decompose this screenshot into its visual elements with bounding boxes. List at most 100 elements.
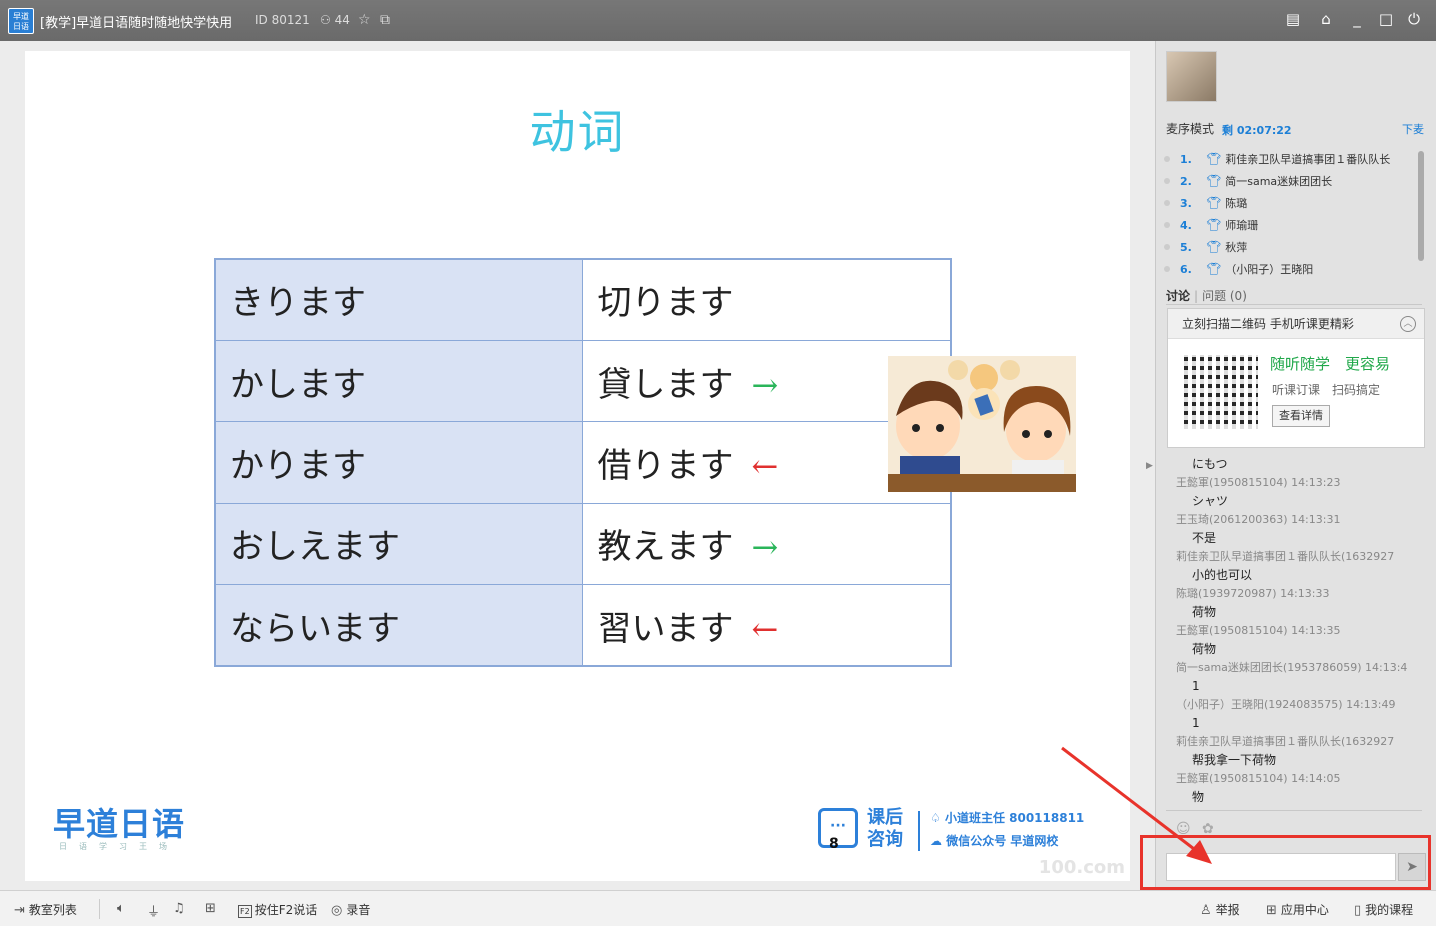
queue-number: 1.	[1180, 153, 1192, 166]
verb-kanji-cell: 切ります	[582, 258, 952, 341]
member-shirt-icon: 👕︎	[1206, 152, 1222, 166]
qr-code-image	[1184, 355, 1258, 429]
app-center-button[interactable]: ⊞ 应用中心	[1266, 901, 1329, 918]
qr-header-text: 立刻扫描二维码 手机听课更精彩	[1182, 317, 1354, 331]
app-grid-icon: ⊞	[1266, 903, 1277, 918]
chat-message-text: 荷物	[1192, 605, 1217, 619]
status-dot	[1164, 244, 1170, 250]
queue-item[interactable]: 1. 👕︎ 莉佳亲卫队早道搞事团１番队队长	[1164, 148, 1414, 170]
chat-message-text: 荷物	[1192, 642, 1217, 656]
push-to-talk-button[interactable]: F2 按住F2说话	[238, 901, 317, 918]
user-count: ⚇ 44	[320, 13, 350, 27]
teacher-avatar[interactable]	[1166, 51, 1217, 102]
contact-line-1-text: 小道班主任 800118811	[944, 811, 1085, 825]
user-icon: ⚇	[320, 13, 331, 27]
f2-key-icon: F2	[238, 905, 252, 918]
queue-name: 莉佳亲卫队早道搞事团１番队队长	[1225, 153, 1391, 166]
chat-divider	[1166, 810, 1422, 811]
chat-message-sender: 陈璐(1939720987) 14:13:33	[1176, 586, 1330, 600]
chat-message-text: 小的也可以	[1192, 568, 1253, 582]
qq-icon: ♤	[930, 811, 945, 825]
verb-plain-cell: おしえます	[214, 502, 584, 586]
view-details-button[interactable]: 查看详情	[1272, 405, 1330, 427]
watermark: 100.com	[1038, 857, 1125, 878]
queue-item[interactable]: 2. 👕︎ 简一sama迷妹团团长	[1164, 170, 1414, 192]
queue-scrollbar[interactable]	[1418, 151, 1424, 261]
verb-kanji-cell: 習います ←	[582, 584, 952, 667]
queue-name: 秋萍	[1225, 241, 1248, 254]
panel-collapse-arrow-icon[interactable]: ▶	[1146, 461, 1153, 471]
queue-name: 师瑜珊	[1225, 219, 1259, 232]
notes-icon[interactable]: ▤	[1282, 10, 1304, 28]
qr-slogan: 随听随学 更容易	[1270, 355, 1391, 373]
tab-question[interactable]: 问题 (0)	[1202, 289, 1247, 303]
bottom-toolbar: ⇥ 教室列表 🔈︎ ⏚ ♫ ⊞ F2 按住F2说话 ◎ 录音 ♙ 举报 ⊞ 应用中心 ▯ 我…	[0, 890, 1436, 926]
share-icon[interactable]: ⧉	[380, 12, 390, 28]
verb-kanji-text: 借ります	[597, 445, 734, 486]
microphone-button[interactable]: ⏚	[147, 901, 164, 920]
exit-door-icon: ⇥	[14, 903, 25, 918]
speaker-icon: 🔈︎	[117, 901, 125, 916]
title-bar: 早道 日语 [教学]早道日语随时随地快学快用 ID 80121 ⚇ 44 ☆ ⧉…	[0, 0, 1436, 41]
report-person-icon: ♙	[1200, 903, 1212, 918]
report-button[interactable]: ♙ 举报	[1200, 901, 1240, 918]
tab-discuss[interactable]: 讨论	[1166, 289, 1190, 303]
queue-item[interactable]: 6. 👕︎ （小阳子）王晓阳	[1164, 258, 1414, 280]
verb-kanji-text: 教えます	[597, 527, 734, 568]
member-shirt-icon: 👕︎	[1206, 174, 1222, 188]
mixer-button[interactable]: ⊞	[205, 901, 220, 916]
music-button[interactable]: ♫	[173, 901, 189, 916]
window-title: [教学]早道日语随时随地快学快用	[40, 16, 233, 31]
arrow-right-icon: →	[751, 528, 779, 567]
record-button[interactable]: ◎ 录音	[331, 901, 370, 918]
verb-table-row: かします 貸します →	[214, 339, 952, 423]
qr-promo-card: 立刻扫描二维码 手机听课更精彩 ︿ 随听随学 更容易 听课订课 扫码搞定 查看详…	[1167, 308, 1425, 448]
home-icon[interactable]: ⌂	[1315, 10, 1337, 28]
app-logo: 早道 日语	[8, 8, 34, 34]
verb-plain-cell: かします	[214, 339, 584, 423]
power-icon[interactable]: ⏻	[1403, 10, 1425, 28]
remaining-time: 剩 02:07:22	[1222, 124, 1292, 137]
contact-line-1: ♤ 小道班主任 800118811	[930, 809, 1084, 826]
microphone-icon: ⏚	[147, 905, 161, 920]
star-icon[interactable]: ☆	[358, 12, 371, 28]
book-icon: ▯	[1354, 903, 1362, 918]
queue-number: 3.	[1180, 197, 1192, 210]
status-dot	[1164, 178, 1170, 184]
maximize-button[interactable]: □	[1375, 10, 1397, 28]
slide-title: 动词	[529, 105, 626, 159]
verb-table: きります 切ります かします 貸します → かります 借ります ← おしえます 教えます → ならいま…	[214, 258, 952, 667]
status-dot	[1164, 156, 1170, 162]
mic-queue-list: 1. 👕︎ 莉佳亲卫队早道搞事团１番队队长 2. 👕︎ 简一sama迷妹团团长 3. 👕︎ 陈璐…	[1164, 148, 1414, 280]
verb-plain-cell: ならいます	[214, 584, 584, 667]
qr-header: 立刻扫描二维码 手机听课更精彩 ︿	[1168, 309, 1424, 339]
queue-name: 陈璐	[1225, 197, 1248, 210]
toolbar-separator	[99, 899, 100, 919]
queue-item[interactable]: 5. 👕︎ 秋萍	[1164, 236, 1414, 258]
member-shirt-icon: 👕︎	[1206, 218, 1222, 232]
verb-table-row: ならいます 習います ←	[214, 584, 952, 667]
queue-number: 4.	[1180, 219, 1192, 232]
chat-message-sender: 莉佳亲卫队早道搞事团１番队队长(1632927	[1176, 734, 1395, 748]
verb-kanji-cell: 教えます →	[582, 502, 952, 586]
app-center-label: 应用中心	[1280, 903, 1329, 917]
queue-item[interactable]: 3. 👕︎ 陈璐	[1164, 192, 1414, 214]
verb-kanji-text: 貸します	[597, 364, 734, 405]
minimize-button[interactable]: _	[1346, 10, 1368, 28]
leave-mic-link[interactable]: 下麦	[1402, 121, 1424, 137]
queue-item[interactable]: 4. 👕︎ 师瑜珊	[1164, 214, 1414, 236]
speaker-button[interactable]: 🔈︎	[117, 901, 129, 916]
chat-message-text: 1	[1192, 716, 1200, 730]
collapse-up-icon[interactable]: ︿	[1400, 316, 1416, 332]
my-courses-button[interactable]: ▯ 我的课程	[1354, 901, 1413, 918]
chat-message-sender: 王玉琦(2061200363) 14:13:31	[1176, 512, 1341, 526]
chat-message-sender: 王懿軍(1950815104) 14:13:35	[1176, 623, 1341, 637]
cartoon-students-image	[888, 356, 1076, 492]
chat-message-sender: 王懿軍(1950815104) 14:13:23	[1176, 475, 1341, 489]
chat-message-text: 帮我拿一下荷物	[1192, 753, 1277, 767]
brand-logo: 早道日语	[53, 805, 186, 843]
user-count-value: 44	[334, 13, 350, 27]
classroom-list-button[interactable]: ⇥ 教室列表	[14, 901, 77, 918]
record-icon: ◎	[331, 903, 343, 918]
slide-stage: 动词 きります 切ります かします 貸します → かります 借ります ← おしえます 教えます → な…	[0, 41, 1155, 890]
